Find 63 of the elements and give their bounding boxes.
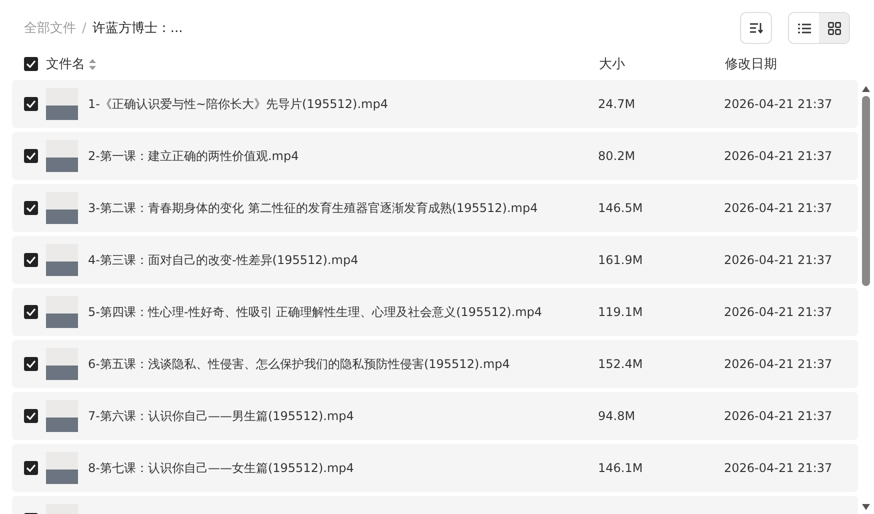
modified-date: 2026-04-21 21:37 [724,149,832,163]
file-size: 161.9M [598,253,644,267]
select-all-checkbox[interactable] [24,57,38,71]
file-size: 80.2M [598,149,636,163]
row-checkbox[interactable] [24,461,38,475]
scroll-down-icon[interactable] [862,504,870,510]
row-checkbox[interactable] [24,97,38,111]
video-thumbnail [46,192,78,224]
row-checkbox[interactable] [24,305,38,319]
file-row[interactable]: 2-第一课：建立正确的两性价值观.mp4 80.2M 2026-04-21 21:37 [12,132,858,180]
row-checkbox[interactable] [24,253,38,267]
sort-icon [749,22,763,34]
file-size: 94.8M [598,409,636,423]
file-size: 146.1M [598,461,644,475]
file-row[interactable]: 7-第六课：认识你自己——男生篇(195512).mp4 94.8M 2026-04-21 21:37 [12,392,858,440]
file-name: 8-第七课：认识你自己——女生篇(195512).mp4 [88,460,355,476]
file-name: 7-第六课：认识你自己——男生篇(195512).mp4 [88,408,355,424]
video-thumbnail [46,88,78,120]
scrollbar-thumb[interactable] [862,96,870,286]
sort-button[interactable] [740,12,772,44]
file-size: 146.5M [598,201,644,215]
row-checkbox[interactable] [24,357,38,371]
file-size: 24.7M [598,97,636,111]
video-thumbnail [46,244,78,276]
file-size: 119.1M [598,305,644,319]
modified-date: 2026-04-21 21:37 [724,253,832,267]
modified-date: 2026-04-21 21:37 [724,357,832,371]
file-name: 5-第四课：性心理-性好奇、性吸引 正确理解性生理、心理及社会意义(195512).mp4 [88,304,544,320]
file-row[interactable]: 6-第五课：浅谈隐私、性侵害、怎么保护我们的隐私预防性侵害(195512).mp4 152.4M 2026-04-21 21:37 [12,340,858,388]
modified-date: 2026-04-21 21:37 [724,201,832,215]
video-thumbnail [46,452,78,484]
row-checkbox[interactable] [24,409,38,423]
file-name: 6-第五课：浅谈隐私、性侵害、怎么保护我们的隐私预防性侵害(195512).mp4 [88,356,511,372]
size-column-header[interactable]: 大小 [599,55,725,73]
file-row[interactable]: 3-第二课：青春期身体的变化 第二性征的发育生殖器官逐渐发育成熟(195512).mp4 146.5M 2026-04-21 21:37 [12,184,858,232]
file-name: 4-第三课：面对自己的改变-性差异(195512).mp4 [88,252,360,268]
file-name: 3-第二课：青春期身体的变化 第二性征的发育生殖器官逐渐发育成熟(195512).mp4 [88,200,539,216]
modified-column-header[interactable]: 修改日期 [725,55,777,73]
modified-date: 2026-04-21 21:37 [724,97,832,111]
file-row[interactable]: 1-《正确认识爱与性~陪你长大》先导片(195512).mp4 24.7M 2026-04-21 21:37 [12,80,858,128]
scroll-up-icon[interactable] [862,86,870,92]
list-icon [798,22,810,34]
video-thumbnail [46,296,78,328]
video-thumbnail [46,400,78,432]
modified-date: 2026-04-21 21:37 [724,409,832,423]
file-name: 1-《正确认识爱与性~陪你长大》先导片(195512).mp4 [88,96,389,112]
video-thumbnail [46,140,78,172]
file-size: 152.4M [598,357,644,371]
video-thumbnail [46,348,78,380]
file-name: 2-第一课：建立正确的两性价值观.mp4 [88,148,300,164]
sort-arrows-icon[interactable] [89,58,96,70]
grid-icon [828,22,840,34]
file-row[interactable]: 8-第七课：认识你自己——女生篇(195512).mp4 146.1M 2026-04-21 21:37 [12,444,858,492]
breadcrumb-separator: / [82,20,86,36]
modified-date: 2026-04-21 21:37 [724,461,832,475]
row-checkbox[interactable] [24,149,38,163]
modified-date: 2026-04-21 21:37 [724,305,832,319]
breadcrumb-item: 许蓝方博士：... [92,20,183,37]
grid-view-button[interactable] [819,13,849,43]
name-column-header[interactable]: 文件名 [46,55,85,73]
file-row[interactable]: 4-第三课：面对自己的改变-性差异(195512).mp4 161.9M 2026-04-21 21:37 [12,236,858,284]
file-row[interactable]: 5-第四课：性心理-性好奇、性吸引 正确理解性生理、心理及社会意义(195512).mp4 119.1M 2026-04-21 21:37 [12,288,858,336]
row-checkbox[interactable] [24,201,38,215]
